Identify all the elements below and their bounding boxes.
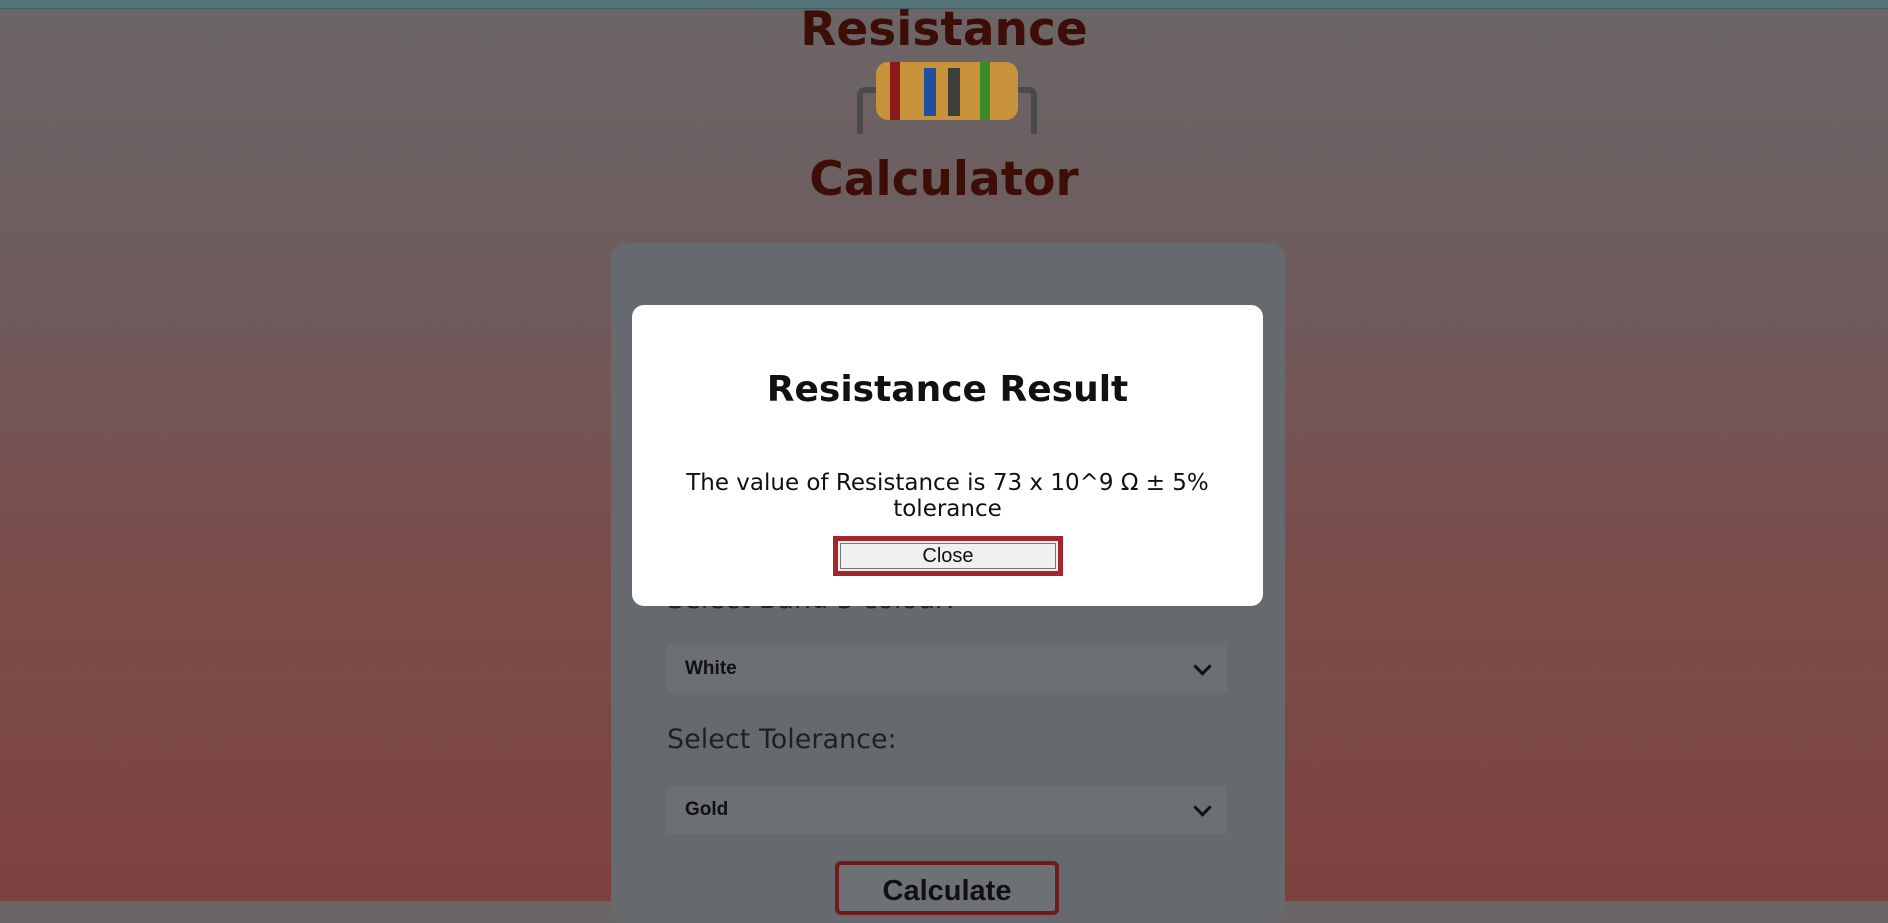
result-message: The value of Resistance is 73 x 10^9 Ω ±… bbox=[686, 470, 1209, 522]
page-title-line1: Resistance bbox=[800, 2, 1088, 57]
resistor-icon bbox=[857, 62, 1037, 134]
close-button-inner bbox=[840, 543, 1056, 569]
chevron-down-icon bbox=[1193, 797, 1212, 817]
chevron-down-icon bbox=[1193, 656, 1212, 676]
band3-selected-value: White bbox=[685, 658, 737, 679]
modal-title: Resistance Result bbox=[766, 369, 1129, 410]
close-button[interactable]: Close bbox=[833, 536, 1063, 576]
band3-select[interactable]: White bbox=[667, 645, 1227, 693]
tolerance-select[interactable]: Gold bbox=[667, 786, 1227, 834]
tolerance-selected-value: Gold bbox=[685, 799, 729, 820]
page-title-line2: Calculator bbox=[809, 152, 1079, 207]
tolerance-label: Select Tolerance: bbox=[667, 724, 897, 755]
calculate-button[interactable]: Calculate bbox=[835, 861, 1059, 915]
